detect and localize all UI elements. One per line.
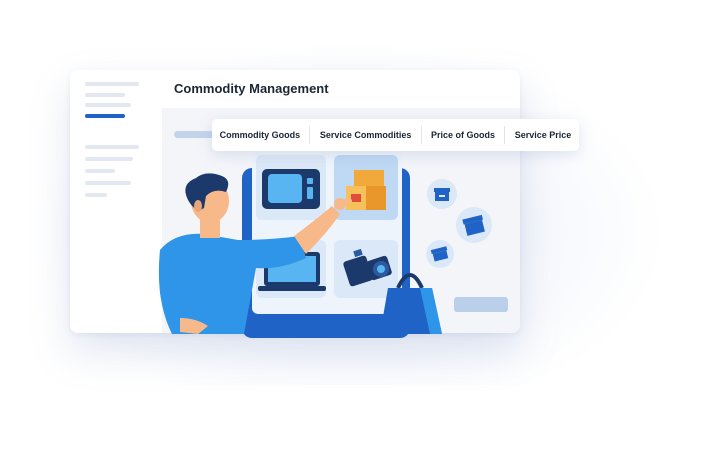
tab-service-price[interactable]: Service Price xyxy=(509,130,578,140)
tab-divider xyxy=(420,126,422,144)
tab-divider xyxy=(504,126,506,144)
monitor-icon xyxy=(262,169,320,209)
illustration xyxy=(158,152,508,338)
archive-box-icon xyxy=(426,240,454,268)
archive-box-icon xyxy=(427,179,457,209)
tab-divider xyxy=(309,126,311,144)
archive-box-icon xyxy=(456,207,492,243)
tab-commodity-goods[interactable]: Commodity Goods xyxy=(214,130,307,140)
tab-bar: Commodity Goods Service Commodities Pric… xyxy=(212,119,579,151)
tab-service-commodities[interactable]: Service Commodities xyxy=(314,130,418,140)
tab-price-of-goods[interactable]: Price of Goods xyxy=(425,130,501,140)
placeholder-button xyxy=(454,297,508,312)
